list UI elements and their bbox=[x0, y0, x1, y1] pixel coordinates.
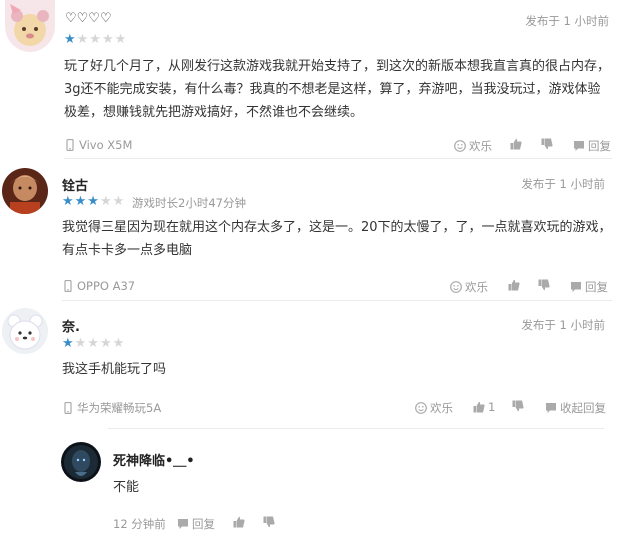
dislike-button[interactable] bbox=[512, 400, 527, 412]
chat-bubble-icon bbox=[177, 518, 189, 530]
thumbs-up-icon bbox=[510, 138, 522, 150]
smiley-icon bbox=[454, 140, 466, 152]
chat-bubble-icon bbox=[573, 140, 585, 152]
avatar[interactable] bbox=[2, 308, 48, 354]
star-icon-empty: ★★★★ bbox=[74, 336, 126, 351]
chat-bubble-icon bbox=[570, 281, 582, 293]
thumbs-up-icon bbox=[508, 279, 520, 291]
divider bbox=[64, 158, 612, 159]
device-name: Vivo X5M bbox=[79, 138, 133, 152]
collapse-replies-label: 收起回复 bbox=[560, 401, 606, 415]
phone-icon bbox=[62, 280, 74, 292]
post-time: 发布于 1 小时前 bbox=[525, 14, 609, 28]
thumbs-up-icon bbox=[233, 516, 245, 528]
thumbs-down-icon bbox=[512, 400, 524, 412]
comment-text: 我觉得三星因为现在就用这个内存太多了，这是一。20下的太慢了，了，一点就喜欢玩的… bbox=[62, 220, 612, 258]
reply-button[interactable]: 回复 bbox=[573, 138, 611, 154]
device-info: 华为荣耀畅玩5A bbox=[62, 400, 161, 416]
emoji-reaction-button[interactable]: 欢乐 bbox=[454, 138, 492, 154]
collapse-replies-button[interactable]: 收起回复 bbox=[545, 400, 606, 416]
star-icon-filled: ★★★ bbox=[62, 194, 100, 209]
star-rating: ★★★★★ bbox=[62, 337, 125, 351]
reply-label: 回复 bbox=[585, 280, 608, 294]
avatar[interactable] bbox=[2, 168, 48, 214]
avatar-image-cartoon-bear bbox=[5, 0, 55, 52]
thumbs-up-icon bbox=[473, 401, 485, 413]
username[interactable]: ♡♡♡♡ bbox=[65, 11, 112, 26]
star-rating: ★★★★★ bbox=[62, 195, 125, 209]
like-button[interactable] bbox=[508, 279, 523, 291]
avatar[interactable] bbox=[5, 0, 55, 52]
dislike-button[interactable] bbox=[538, 279, 553, 291]
avatar-image-photo bbox=[2, 168, 48, 214]
device-info: Vivo X5M bbox=[64, 138, 132, 152]
emoji-label: 欢乐 bbox=[465, 280, 488, 294]
like-button[interactable] bbox=[510, 138, 525, 150]
divider bbox=[108, 428, 604, 429]
emoji-label: 欢乐 bbox=[469, 139, 492, 153]
divider bbox=[62, 300, 612, 301]
smiley-icon bbox=[450, 281, 462, 293]
avatar-image-dark-figure bbox=[61, 442, 101, 482]
emoji-label: 欢乐 bbox=[430, 401, 453, 415]
reply-avatar[interactable] bbox=[61, 442, 101, 482]
dislike-button[interactable] bbox=[263, 516, 278, 528]
smiley-icon bbox=[415, 402, 427, 414]
device-info: OPPO A37 bbox=[62, 279, 135, 293]
thumbs-down-icon bbox=[538, 279, 550, 291]
reply-button[interactable]: 回复 bbox=[177, 516, 215, 532]
username[interactable]: 铨古 bbox=[62, 175, 88, 194]
star-icon-empty: ★★★★ bbox=[76, 32, 128, 47]
reply-label: 回复 bbox=[192, 517, 215, 531]
phone-icon bbox=[62, 402, 74, 414]
like-button[interactable] bbox=[233, 516, 248, 528]
avatar-image-white-bear bbox=[2, 308, 48, 354]
play-duration: 游戏时长2小时47分钟 bbox=[132, 196, 246, 210]
emoji-reaction-button[interactable]: 欢乐 bbox=[415, 400, 453, 416]
star-icon-filled: ★ bbox=[62, 336, 75, 351]
comment-text: 我这手机能玩了吗 bbox=[62, 362, 167, 377]
thumbs-down-icon bbox=[541, 138, 553, 150]
post-time: 发布于 1 小时前 bbox=[521, 318, 605, 332]
star-icon-filled: ★ bbox=[64, 32, 77, 47]
reply-time: 12 分钟前 bbox=[113, 517, 166, 531]
reply-label: 回复 bbox=[588, 139, 611, 153]
reply-text: 不能 bbox=[113, 480, 140, 495]
chat-bubble-icon bbox=[545, 402, 557, 414]
reply-button[interactable]: 回复 bbox=[570, 279, 608, 295]
star-icon-empty: ★★ bbox=[99, 194, 126, 209]
device-name: OPPO A37 bbox=[77, 279, 136, 293]
device-name: 华为荣耀畅玩5A bbox=[77, 401, 162, 415]
reply-username[interactable]: 死神降临•＿• bbox=[113, 450, 195, 469]
comment-text: 玩了好几个月了，从刚发行这款游戏我就开始支持了，到这次的新版本想我直言真的很占内… bbox=[64, 59, 611, 120]
phone-icon bbox=[64, 139, 76, 151]
star-rating: ★★★★★ bbox=[64, 33, 127, 47]
post-time: 发布于 1 小时前 bbox=[521, 177, 605, 191]
dislike-button[interactable] bbox=[541, 138, 556, 150]
thumbs-down-icon bbox=[263, 516, 275, 528]
like-count: 1 bbox=[488, 400, 496, 414]
emoji-reaction-button[interactable]: 欢乐 bbox=[450, 279, 488, 295]
username[interactable]: 奈. bbox=[62, 316, 80, 335]
like-button[interactable]: 1 bbox=[473, 400, 495, 414]
